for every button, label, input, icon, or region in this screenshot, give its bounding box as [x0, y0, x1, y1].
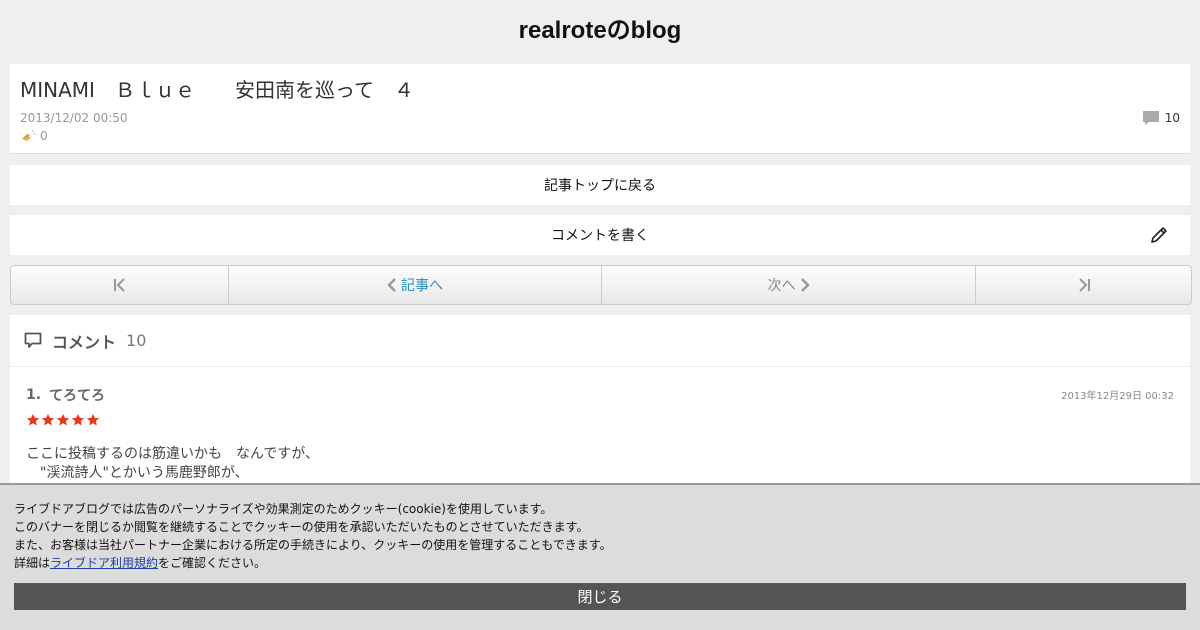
clap-icon: [22, 130, 36, 141]
site-header: realroteのblog: [0, 0, 1200, 55]
comment-index: 1.: [26, 387, 42, 403]
last-page-icon: [1078, 278, 1090, 292]
comment-bubble-icon: [1142, 111, 1159, 125]
pager-first-button[interactable]: [11, 266, 229, 304]
cookie-banner: ライブドアブログでは広告のパーソナライズや効果測定のためクッキー(cookie)…: [0, 483, 1200, 630]
article-pager: 記事へ 次へ: [10, 265, 1192, 305]
star-icon: [71, 413, 85, 426]
comment-head: 1. てろてろ: [26, 385, 1174, 405]
cookie-details-suffix: をご確認ください。: [158, 556, 267, 570]
back-to-top-label: 記事トップに戻る: [544, 178, 656, 194]
article-date: 2013/12/02 00:50: [20, 111, 128, 125]
chevron-right-icon: [800, 278, 810, 292]
site-title[interactable]: realroteのblog: [519, 10, 682, 45]
article-comment-count: 10: [1164, 111, 1180, 125]
write-comment-button[interactable]: コメントを書く: [10, 215, 1190, 255]
comment-body-line: ここに投稿するのは筋違いかも なんですが、: [26, 446, 320, 462]
clap-count: 0: [40, 129, 48, 143]
cookie-line: また、お客様は当社パートナー企業における所定の手続きにより、クッキーの使用を管理…: [14, 538, 612, 552]
pencil-icon: [1151, 227, 1167, 243]
comment-author: てろてろ: [49, 388, 106, 404]
star-icon: [26, 413, 40, 426]
cookie-line: ライブドアブログでは広告のパーソナライズや効果測定のためクッキー(cookie)…: [14, 502, 553, 516]
star-icon: [41, 413, 55, 426]
write-comment-label: コメントを書く: [551, 228, 649, 244]
terms-link[interactable]: ライブドア利用規約: [50, 556, 158, 570]
star-icon: [56, 413, 70, 426]
first-page-icon: [113, 278, 125, 292]
comment-rating-stars: [26, 413, 1174, 427]
clap-button[interactable]: 0: [20, 129, 48, 143]
pager-last-button[interactable]: [976, 266, 1191, 304]
cookie-line: このバナーを閉じるか閲覧を継続することでクッキーの使用を承認いただいたものとさせ…: [14, 520, 589, 534]
article-title: MINAMI Ｂｌｕｅ 安田南を巡って ４: [20, 78, 414, 102]
comment-body-line: "渓流詩人"とかいう馬鹿野郎が、: [26, 465, 249, 481]
pager-next-label: 次へ: [767, 278, 796, 294]
article-card: MINAMI Ｂｌｕｅ 安田南を巡って ４ 2013/12/02 00:50 0…: [10, 64, 1190, 154]
article-comment-link[interactable]: 10: [1142, 110, 1180, 126]
pager-prev-label: 記事へ: [401, 278, 443, 294]
cookie-close-label: 閉じる: [577, 588, 623, 606]
comments-header: コメント 10: [10, 315, 1190, 367]
comment-bubble-outline-icon: [24, 332, 42, 348]
cookie-line-details: 詳細はライブドア利用規約をご確認ください。: [14, 554, 1186, 572]
star-icon: [86, 413, 100, 426]
back-to-top-button[interactable]: 記事トップに戻る: [10, 165, 1190, 205]
comment-date: 2013年12月29日 00:32: [1061, 391, 1174, 402]
cookie-text: ライブドアブログでは広告のパーソナライズや効果測定のためクッキー(cookie)…: [14, 500, 1186, 572]
cookie-close-button[interactable]: 閉じる: [14, 583, 1186, 610]
comment-item: 1. てろてろ 2013年12月29日 00:32 ここに投稿するのは筋違いかも…: [26, 385, 1174, 483]
chevron-left-icon: [387, 278, 396, 292]
comments-header-label: コメント: [52, 332, 117, 352]
pager-next-button[interactable]: 次へ: [602, 266, 976, 304]
comment-body: ここに投稿するのは筋違いかも なんですが、 "渓流詩人"とかいう馬鹿野郎が、: [26, 445, 1174, 483]
cookie-details-prefix: 詳細は: [14, 556, 51, 570]
pager-prev-button[interactable]: 記事へ: [229, 266, 602, 304]
comments-header-count: 10: [126, 331, 147, 350]
